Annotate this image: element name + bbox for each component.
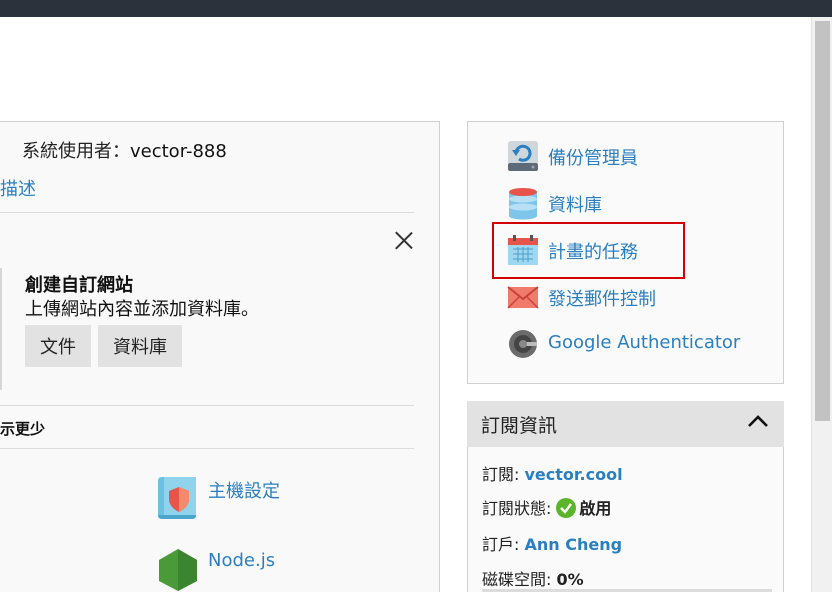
google-authenticator-item[interactable]: Google Authenticator xyxy=(506,325,740,363)
google-authenticator-label: Google Authenticator xyxy=(548,332,741,353)
highlight-box xyxy=(492,222,685,279)
subscription-title: 訂閱資訊 xyxy=(481,415,558,437)
create-site-title: 創建自訂網站 xyxy=(25,275,133,296)
database-label: 資料庫 xyxy=(548,195,602,216)
close-icon[interactable] xyxy=(393,230,415,252)
subscription-status-row: 訂閱狀態: 啟用 xyxy=(482,495,611,519)
database-button[interactable]: 資料庫 xyxy=(98,325,182,367)
check-circle-icon xyxy=(556,498,577,518)
description-link[interactable]: 描述 xyxy=(0,175,36,201)
backup-manager-item[interactable]: 備份管理員 xyxy=(506,137,638,175)
system-user-name: vector-888 xyxy=(130,141,227,162)
nodejs-link[interactable]: Node.js xyxy=(208,550,275,571)
subscription-row: 訂閱: vector.cool xyxy=(482,461,623,485)
mail-icon xyxy=(507,286,539,309)
mail-control-label: 發送郵件控制 xyxy=(548,289,656,310)
divider xyxy=(0,212,414,213)
backup-manager-label: 備份管理員 xyxy=(548,148,638,169)
nodejs-icon[interactable] xyxy=(157,548,199,592)
hosting-settings-link[interactable]: 主機設定 xyxy=(208,477,280,503)
card-accent-bar xyxy=(0,268,2,390)
database-icon xyxy=(509,188,537,220)
top-bar xyxy=(0,0,832,17)
chevron-up-icon[interactable] xyxy=(747,414,769,428)
customer-row: 訂戶: Ann Cheng xyxy=(482,531,622,555)
scrollbar-thumb[interactable] xyxy=(815,21,830,421)
subscription-domain-link[interactable]: vector.cool xyxy=(525,465,623,484)
create-site-subtitle: 上傳網站內容並添加資料庫。 xyxy=(25,299,259,320)
system-user-label: 系統使用者： xyxy=(22,141,130,162)
mail-control-item[interactable]: 發送郵件控制 xyxy=(506,278,656,316)
status-value: 啟用 xyxy=(579,499,612,518)
system-user-line: 系統使用者：vector-888 xyxy=(22,137,227,163)
disk-space-row: 磁碟空間: 0% xyxy=(482,566,584,590)
vertical-scrollbar[interactable] xyxy=(811,17,832,592)
disk-space-label: 磁碟空間: xyxy=(482,570,552,589)
hosting-settings-icon[interactable] xyxy=(156,475,200,521)
subscription-label: 訂閱: xyxy=(482,465,520,484)
customer-label: 訂戶: xyxy=(482,535,520,554)
divider xyxy=(0,448,414,449)
customer-link[interactable]: Ann Cheng xyxy=(525,535,623,554)
show-less-link[interactable]: 示更少 xyxy=(0,418,45,439)
backup-manager-icon xyxy=(508,141,538,171)
divider xyxy=(0,405,414,406)
google-authenticator-icon xyxy=(509,330,537,358)
disk-space-value: 0% xyxy=(556,570,584,589)
database-item[interactable]: 資料庫 xyxy=(506,184,602,222)
files-button[interactable]: 文件 xyxy=(25,325,91,367)
status-label: 訂閱狀態: xyxy=(482,499,552,518)
